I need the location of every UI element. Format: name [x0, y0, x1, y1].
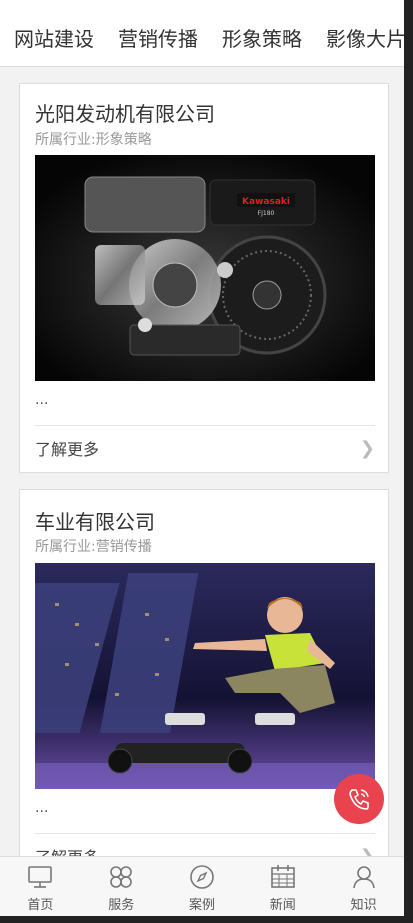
card-industry: 所属行业:形象策略 [35, 132, 152, 148]
learn-more-link[interactable]: 了解更多 ❯ [35, 428, 375, 468]
hoverboard-photo[interactable] [35, 563, 375, 789]
phone-call-button[interactable] [334, 774, 384, 824]
tab-marketing[interactable]: 营销传播 [118, 0, 198, 66]
nav-home-label: 首页 [27, 898, 54, 913]
tab-image-strategy[interactable]: 形象策略 [222, 0, 302, 66]
card-title: 车业有限公司 [35, 510, 155, 534]
card-excerpt: ... [35, 800, 49, 816]
calendar-icon [270, 865, 295, 888]
card-industry: 所属行业:营销传播 [35, 539, 152, 555]
compass-icon [190, 865, 214, 889]
bottom-navigation: 首页 服务 案例 新闻 知识 [0, 856, 404, 916]
engine-brand-text: Kawasaki [242, 197, 290, 207]
nav-news[interactable]: 新闻 [242, 857, 323, 916]
chevron-right-icon: ❯ [359, 437, 375, 459]
card-divider [35, 833, 375, 834]
case-card[interactable]: 车业有限公司 所属行业:营销传播 ... [19, 489, 389, 879]
window-edge [404, 0, 413, 923]
engine-model-text: FJ180 [258, 210, 275, 217]
tab-video[interactable]: 影像大片 [326, 0, 404, 66]
nav-knowledge[interactable]: 知识 [323, 857, 404, 916]
nav-knowledge-label: 知识 [350, 898, 377, 913]
case-card[interactable]: 光阳发动机有限公司 所属行业:形象策略 Kawasaki FJ180 ... 了… [19, 83, 389, 473]
nav-cases-label: 案例 [188, 898, 215, 913]
monitor-icon [28, 866, 53, 888]
learn-more-label: 了解更多 [35, 440, 100, 459]
nav-cases[interactable]: 案例 [162, 857, 243, 916]
nav-services[interactable]: 服务 [81, 857, 162, 916]
engine-photo[interactable]: Kawasaki FJ180 [35, 155, 375, 381]
tab-website[interactable]: 网站建设 [14, 0, 94, 66]
nav-home[interactable]: 首页 [0, 857, 81, 916]
card-title: 光阳发动机有限公司 [35, 102, 215, 126]
card-excerpt: ... [35, 392, 49, 408]
card-divider [35, 425, 375, 426]
phone-icon [349, 789, 369, 810]
nav-news-label: 新闻 [269, 898, 296, 913]
category-tabs: 网站建设 营销传播 形象策略 影像大片 [0, 0, 404, 67]
nav-services-label: 服务 [108, 898, 135, 913]
person-icon [352, 866, 375, 889]
app-screen: 网站建设 营销传播 形象策略 影像大片 光阳发动机有限公司 所属行业:形象策略 [0, 0, 404, 916]
clover-icon [110, 866, 132, 888]
